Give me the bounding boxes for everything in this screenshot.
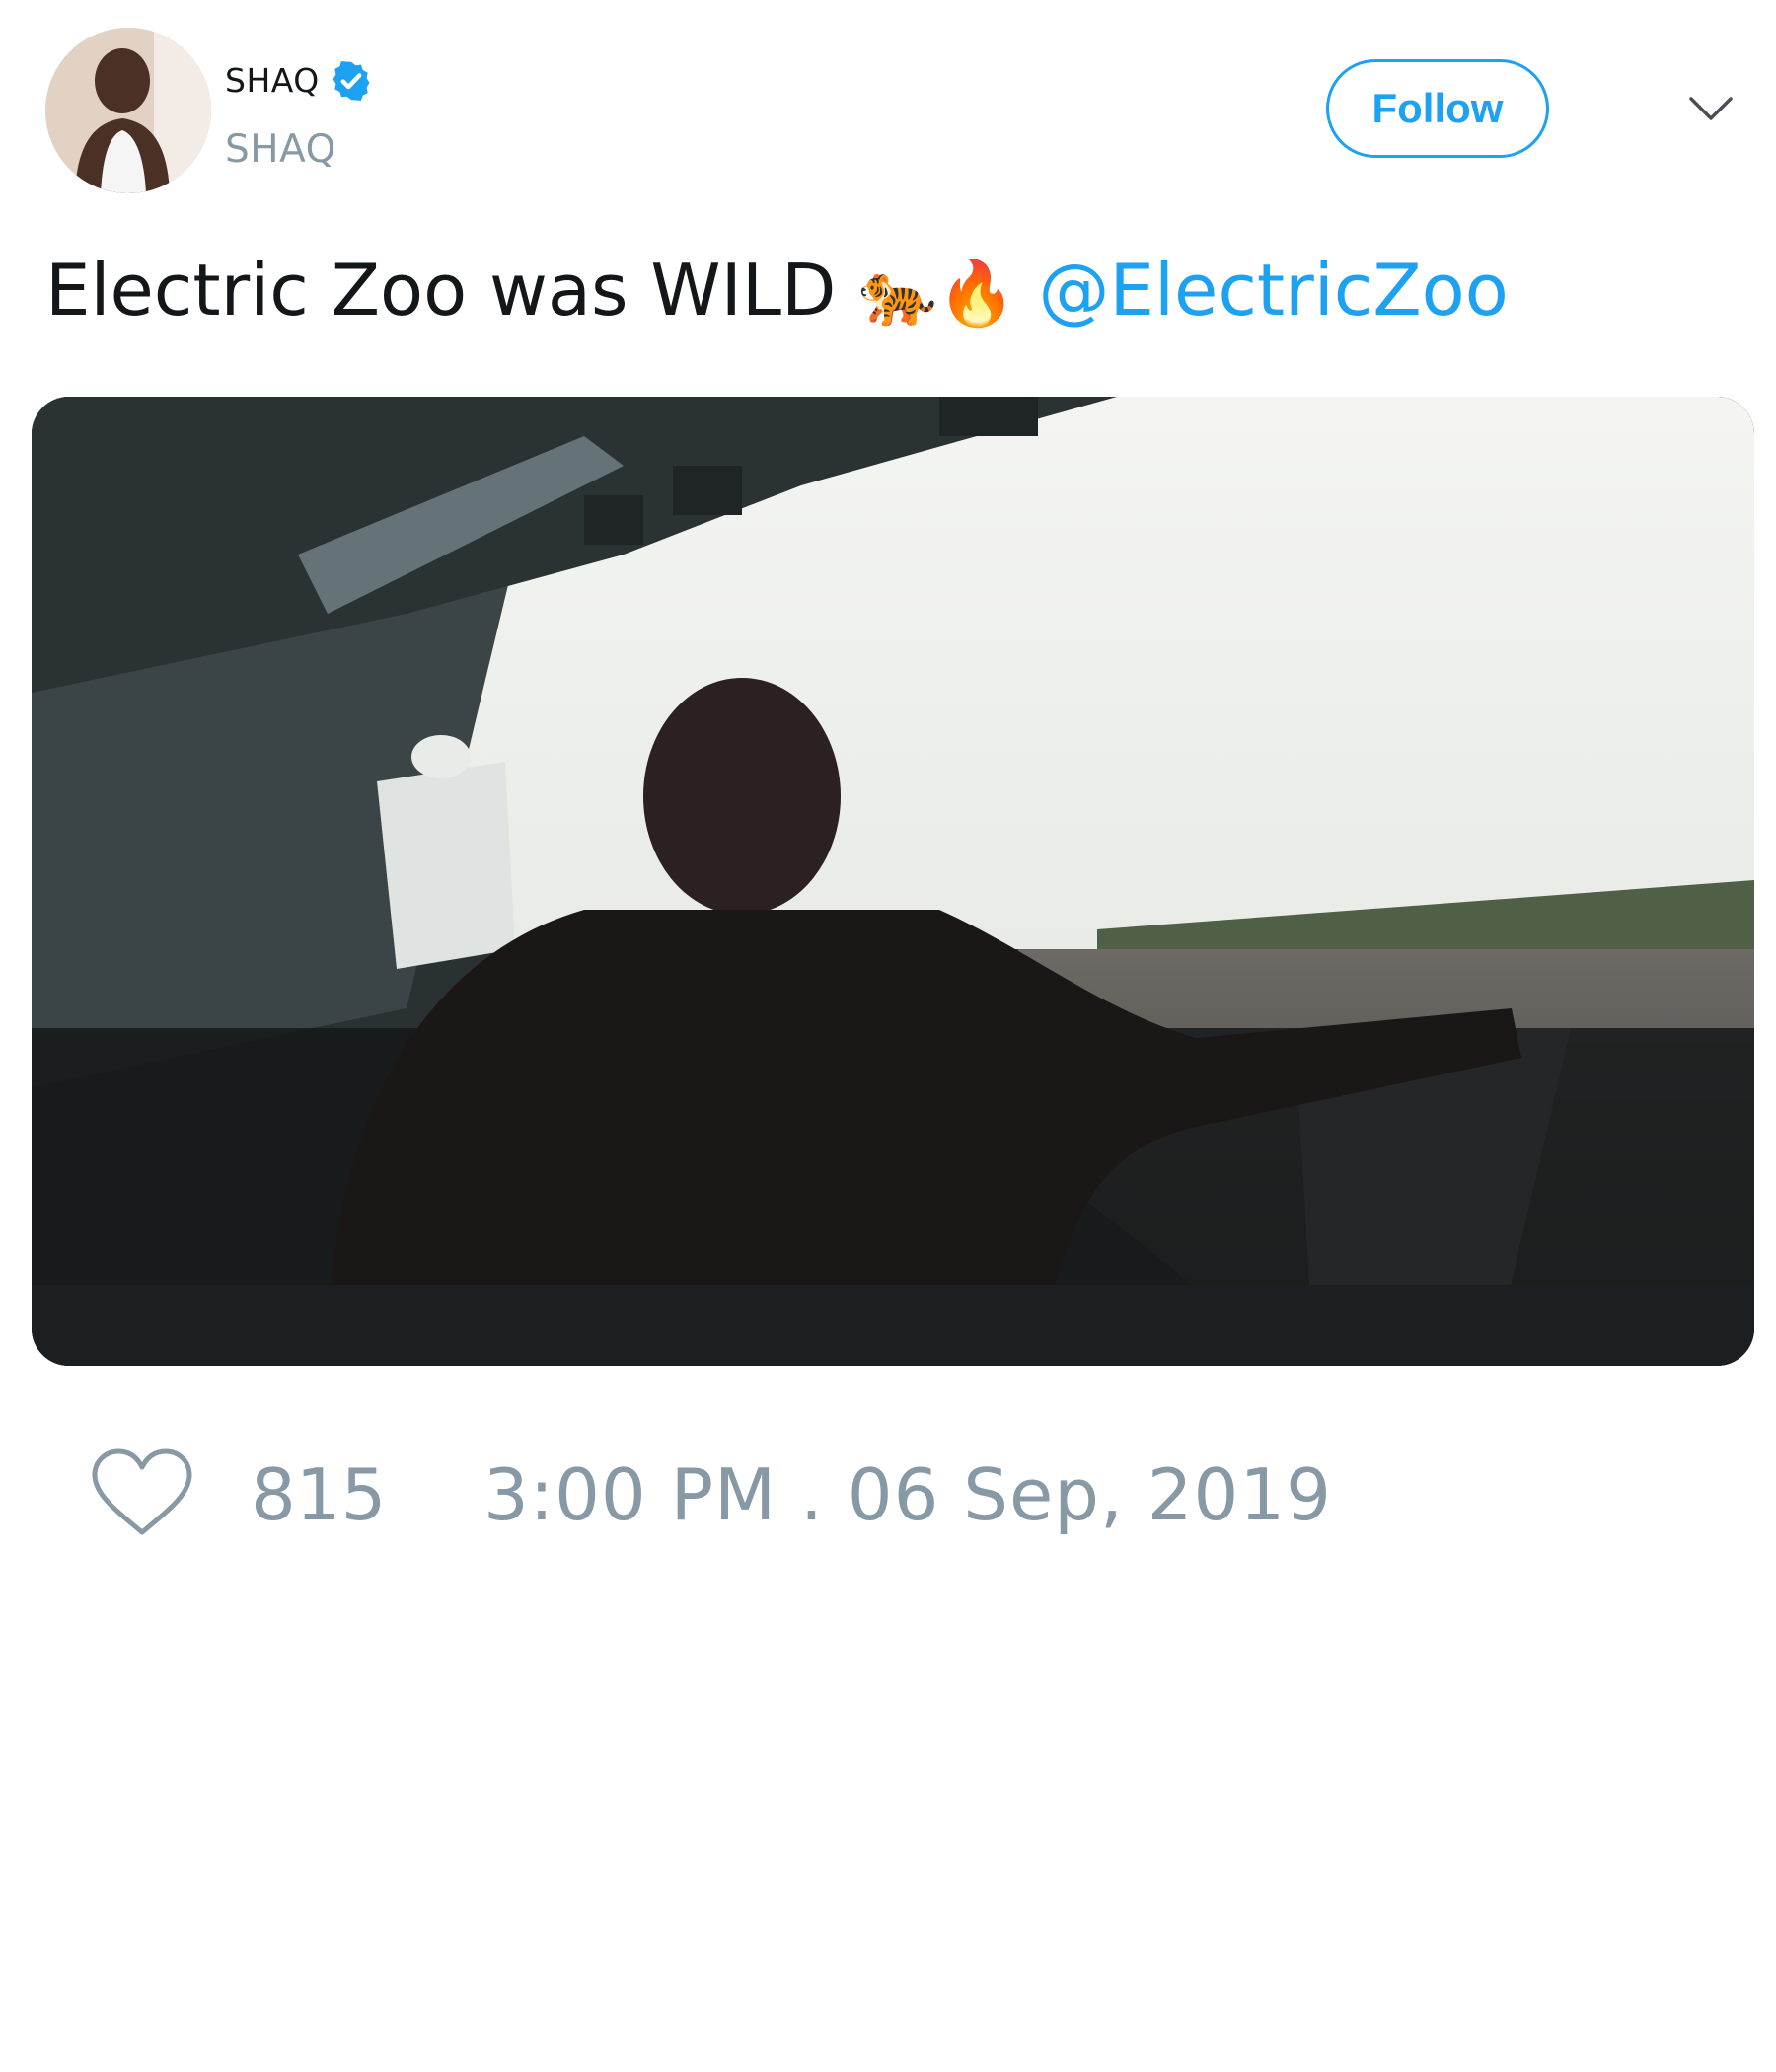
- author-handle[interactable]: SHAQ: [225, 126, 336, 174]
- mention-link[interactable]: @ElectricZoo: [1039, 249, 1509, 332]
- tweet-body: Electric Zoo was WILD: [45, 249, 837, 332]
- tweet-media-video[interactable]: [32, 397, 1754, 1366]
- chevron-down-icon[interactable]: [1687, 89, 1735, 128]
- tweet-timestamp[interactable]: 3:00 PM . 06 Sep, 2019: [483, 1455, 1332, 1534]
- tweet-emojis: 🐅🔥: [858, 258, 1016, 331]
- avatar[interactable]: [45, 28, 211, 193]
- author-name-row[interactable]: SHAQ: [225, 59, 373, 103]
- verified-badge-icon: [333, 61, 370, 101]
- follow-button[interactable]: Follow: [1326, 59, 1549, 158]
- heart-icon[interactable]: [89, 1445, 195, 1540]
- author-display-name[interactable]: SHAQ: [225, 61, 320, 101]
- like-count: 815: [251, 1453, 387, 1536]
- avatar-image: [45, 28, 211, 193]
- concert-stage-image: [32, 397, 1754, 1366]
- tweet-text: Electric Zoo was WILD 🐅🔥 @ElectricZoo: [45, 243, 1509, 341]
